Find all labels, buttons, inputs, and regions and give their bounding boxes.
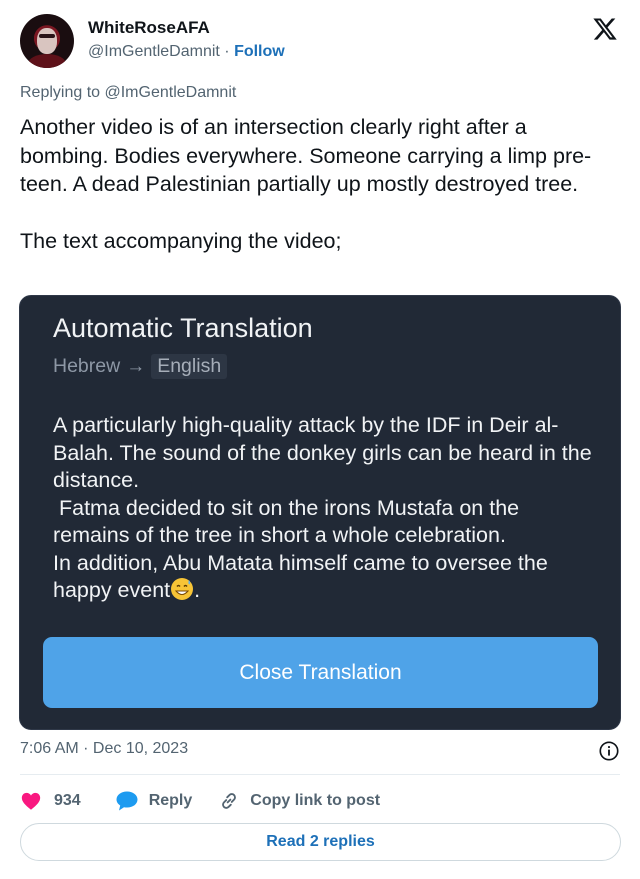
- avatar-shade: [39, 34, 55, 38]
- avatar-face: [37, 28, 57, 54]
- follow-link[interactable]: Follow: [234, 43, 285, 60]
- translation-end: .: [194, 578, 201, 602]
- grinning-sweat-emoji-icon: [171, 578, 194, 600]
- read-replies-button[interactable]: Read 2 replies: [20, 823, 621, 861]
- tweet-header: WhiteRoseAFA @ImGentleDamnit · Follow: [20, 14, 620, 74]
- replying-to[interactable]: Replying to @ImGentleDamnit: [20, 84, 236, 102]
- author-handle-row: @ImGentleDamnit · Follow: [88, 43, 285, 61]
- avatar-collar: [28, 54, 66, 68]
- close-translation-button[interactable]: Close Translation: [43, 637, 598, 708]
- translation-title: Automatic Translation: [53, 313, 313, 343]
- language-row: Hebrew → English: [53, 354, 228, 379]
- source-language: Hebrew: [53, 355, 121, 377]
- heart-icon: [21, 792, 41, 810]
- tweet-text: Another video is of an intersection clea…: [20, 113, 620, 256]
- tweet-paragraph: The text accompanying the video;: [20, 229, 342, 253]
- x-logo-icon[interactable]: [592, 16, 618, 42]
- like-button[interactable]: 934: [20, 790, 81, 812]
- author-display-name[interactable]: WhiteRoseAFA: [88, 18, 210, 38]
- translation-body: A particularly high-quality attack by th…: [53, 412, 593, 605]
- like-count: 934: [54, 792, 81, 809]
- author-handle[interactable]: @ImGentleDamnit: [88, 43, 220, 60]
- reply-button[interactable]: Reply: [115, 790, 193, 812]
- copy-link-label: Copy link to post: [250, 792, 381, 809]
- handle-separator: ·: [219, 43, 235, 60]
- copy-link-button[interactable]: Copy link to post: [218, 790, 380, 812]
- speech-bubble-icon: [116, 791, 138, 811]
- action-bar: 934 Reply Copy link to post: [20, 786, 380, 816]
- translation-text: A particularly high-quality attack by th…: [53, 413, 592, 602]
- avatar[interactable]: [20, 14, 74, 68]
- divider: [20, 774, 620, 775]
- info-icon[interactable]: [598, 740, 620, 762]
- target-language: English: [151, 354, 228, 379]
- tweet-card: WhiteRoseAFA @ImGentleDamnit · Follow Re…: [0, 0, 640, 879]
- arrow-right-icon: →: [126, 355, 146, 377]
- link-icon: [222, 793, 237, 809]
- media-translation-card[interactable]: Automatic Translation Hebrew → English A…: [19, 295, 621, 730]
- tweet-timestamp[interactable]: 7:06 AM · Dec 10, 2023: [20, 740, 188, 758]
- tweet-paragraph: Another video is of an intersection clea…: [20, 115, 592, 196]
- reply-label: Reply: [148, 792, 193, 809]
